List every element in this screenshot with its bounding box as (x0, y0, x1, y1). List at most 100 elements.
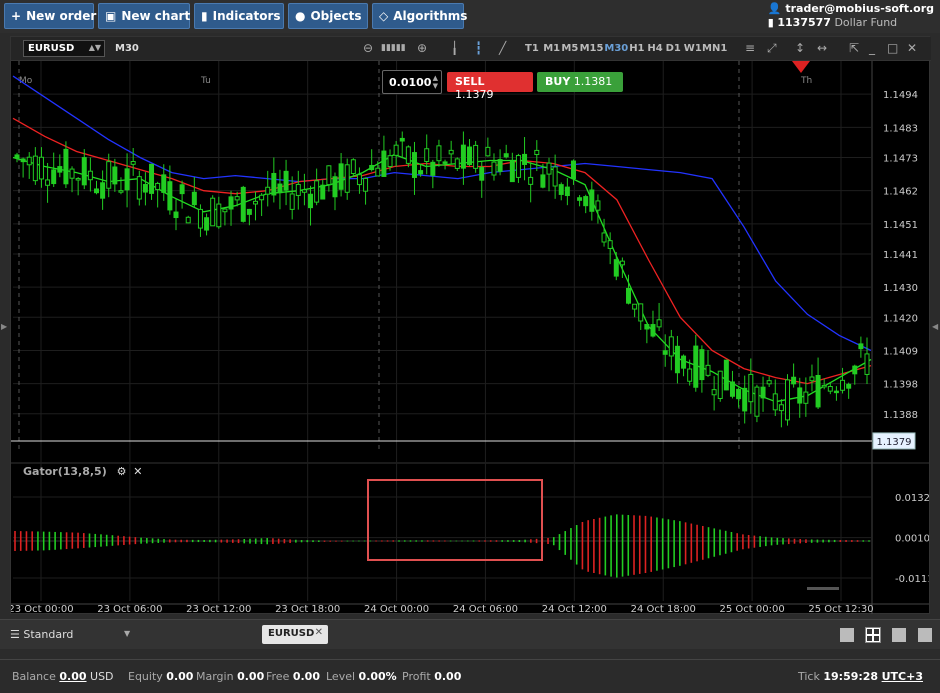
candle-body (766, 380, 772, 385)
candle-body (797, 387, 803, 404)
chart-canvas[interactable]: 1.1494 1.1483 1.1473 1.1462 1.1451 1.1441 1.14… (11, 61, 929, 614)
candle-body (821, 384, 827, 388)
new-order-button[interactable]: + New order (4, 3, 96, 29)
candle-body (38, 156, 44, 180)
candle-body (338, 163, 344, 190)
timeframe-m15[interactable]: M15 (580, 43, 604, 54)
timeframe-h4[interactable]: H4 (647, 43, 662, 54)
chart-window: EURUSD ▲▼ M30 ⊖ ▮▮▮▮▮ ⊕ ╽ ┇ ╱ T1 M1 M5 M15 M… (10, 36, 931, 614)
level-status: Level 0.00% (326, 670, 397, 683)
layout-rows-icon[interactable] (918, 628, 932, 642)
candle-body (833, 390, 839, 394)
gear-icon[interactable]: ⚙ (117, 465, 127, 478)
account-info[interactable]: 👤 trader@mobius-soft.org ▮ 1137577 Dolla… (768, 2, 934, 30)
new-chart-button[interactable]: ▣ New chart (98, 3, 190, 29)
candle-body (142, 184, 148, 193)
candle-body (51, 169, 57, 185)
vertical-line-icon[interactable]: ↕ (795, 41, 805, 55)
candle-body (399, 137, 405, 142)
candle-body (479, 166, 485, 181)
layout-single-icon[interactable] (840, 628, 854, 642)
candle-body (75, 177, 81, 181)
candle-body (815, 375, 821, 408)
chart-tab-eurusd[interactable]: EURUSD ✕ (262, 625, 328, 644)
candle-body (118, 190, 124, 193)
right-panel-arrow-icon[interactable]: ◀ (932, 322, 938, 331)
candle-body (540, 174, 546, 188)
draw-lines-icon[interactable]: ≡ (745, 41, 755, 55)
zoom-in-icon[interactable]: ⊕ (417, 41, 427, 55)
candle-body (57, 166, 63, 173)
candle-body (656, 319, 662, 328)
candle-body (827, 386, 833, 392)
algorithms-button[interactable]: ◇ Algorithms (372, 3, 467, 29)
candle-body (63, 148, 69, 185)
candle-chart-icon[interactable]: ┇ (475, 41, 482, 55)
zoom-slider[interactable]: ▮▮▮▮▮ (381, 43, 406, 53)
left-panel-arrow-icon[interactable]: ▶ (1, 322, 7, 331)
candle-body (149, 163, 155, 194)
profit-status: Profit 0.00 (402, 670, 462, 683)
objects-button[interactable]: ● Objects (288, 3, 368, 29)
timeframe-h1[interactable]: H1 (629, 43, 644, 54)
timeframe-m5[interactable]: M5 (561, 43, 578, 54)
candle-body (167, 181, 173, 211)
layout-columns-icon[interactable] (892, 628, 906, 642)
price-tick-label: 1.1398 (883, 380, 918, 391)
horizontal-line-icon[interactable]: ↔ (817, 41, 827, 55)
wallet-icon: ▮ (767, 16, 774, 29)
sell-button[interactable]: SELL 1.1379 (447, 72, 533, 101)
bottom-tab-bar: ☰ Standard ▼ EURUSD ✕ (0, 619, 940, 649)
timeframe-mn1[interactable]: MN1 (702, 43, 727, 54)
candle-body (803, 391, 809, 404)
volume-input[interactable]: 0.0100 ▲ ▼ (382, 70, 442, 94)
stepper-icon[interactable]: ▲ ▼ (433, 74, 438, 90)
candle-body (644, 324, 650, 330)
close-tab-icon[interactable]: ✕ (315, 627, 323, 638)
user-icon: 👤 (767, 2, 782, 15)
timeframe-m30[interactable]: M30 (604, 43, 628, 54)
candle-body (491, 161, 497, 176)
candle-body (252, 200, 258, 205)
timeframe-w1[interactable]: W1 (684, 43, 702, 54)
candle-body (289, 193, 295, 210)
candle-body (748, 373, 754, 403)
candle-body (20, 158, 26, 163)
event-marker-icon[interactable] (792, 61, 810, 73)
chevron-down-icon[interactable]: ▼ (124, 629, 130, 638)
candle-body (418, 170, 424, 175)
chart-scrollbar[interactable] (807, 587, 839, 590)
candle-body (577, 197, 583, 201)
detach-window-icon[interactable]: ⇱ (849, 41, 859, 55)
equity-status: Equity 0.00 (128, 670, 194, 683)
zoom-out-icon[interactable]: ⊖ (363, 41, 373, 55)
layout-selector[interactable]: ☰ Standard (10, 628, 73, 641)
candle-body (179, 184, 185, 195)
timeframe-t1[interactable]: T1 (525, 43, 539, 54)
close-icon[interactable]: ✕ (133, 465, 142, 478)
candle-body (589, 189, 595, 212)
price-tick-label: 1.1473 (883, 153, 918, 164)
timeframe-m1[interactable]: M1 (543, 43, 560, 54)
buy-button[interactable]: BUY 1.1381 (537, 72, 623, 92)
close-icon[interactable]: ✕ (907, 41, 917, 55)
plus-icon: + (11, 9, 22, 23)
candle-body (650, 324, 656, 337)
minimize-icon[interactable]: _ (869, 41, 875, 55)
line-chart-icon[interactable]: ╱ (499, 41, 506, 55)
maximize-icon[interactable]: □ (887, 41, 898, 55)
symbol-selector[interactable]: EURUSD ▲▼ (23, 40, 105, 57)
candle-body (723, 359, 729, 391)
indicators-button[interactable]: ▮ Indicators (194, 3, 284, 29)
draw-trend-icon[interactable]: ⤢ (767, 41, 777, 56)
bar-chart-icon[interactable]: ╽ (451, 41, 458, 55)
layout-grid-icon[interactable] (865, 627, 881, 643)
candle-body (791, 376, 797, 385)
candle-body (173, 211, 179, 219)
candle-body (277, 183, 283, 194)
gator-tick-label: 0.0010 (895, 534, 929, 545)
timeframe-d1[interactable]: D1 (666, 43, 681, 54)
price-tick-label: 1.1462 (883, 187, 918, 198)
moving-average-line (12, 75, 872, 352)
top-toolbar: + New order ▣ New chart ▮ Indicators ● O… (0, 0, 940, 33)
